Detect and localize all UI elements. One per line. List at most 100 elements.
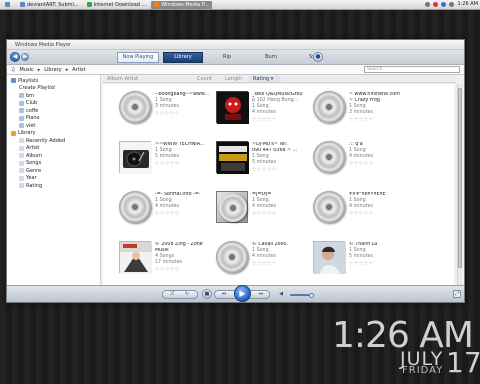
cd-icon	[313, 191, 345, 223]
artist-tile[interactable]: ~ www.hihihehe.com ~ Crazy Frog 1 Song 3…	[303, 86, 413, 130]
scrollbar-thumb[interactable]	[458, 88, 462, 268]
artist-tile[interactable]: ~Dj-Mu's~ Tel: 090 447 0368 ~ ... 1 Song…	[206, 136, 316, 180]
column-length[interactable]: Length	[221, 76, 249, 82]
star-icon	[165, 111, 169, 115]
tray-icon[interactable]	[449, 1, 455, 7]
music-library-icon	[11, 130, 16, 136]
taskbar-start[interactable]	[2, 1, 15, 9]
window-titlebar[interactable]: Windows Media Player	[7, 40, 464, 50]
taskbar-item-idm[interactable]: Internet Download ...	[84, 1, 150, 9]
nav-recently-added[interactable]: Recently Added	[7, 137, 100, 145]
artist-tile[interactable]: ¥×¥°¥é¥Ý¥Ê¥Ê 1 Song 4 minutes	[303, 186, 413, 230]
nav-genre[interactable]: Genre	[7, 167, 100, 175]
play-button[interactable]: ▶	[234, 285, 251, 302]
nav-album[interactable]: Album	[7, 152, 100, 160]
taskbar-item-deviantart[interactable]: deviantART: Submi...	[17, 1, 82, 9]
album-art	[216, 91, 249, 124]
rating-stars[interactable]	[349, 211, 411, 215]
switch-view-icon: ⤢	[454, 290, 459, 297]
artist-tile[interactable]: ~~WWW TECHNIA... 1 Song 5 minutes	[109, 136, 219, 180]
column-rating[interactable]: Rating ▾	[249, 75, 281, 82]
volume-knob[interactable]	[309, 292, 314, 298]
nav-playlist-item[interactable]: bm	[7, 92, 100, 100]
star-icon	[267, 167, 271, 171]
artist-tile[interactable]: --boongbang--~www... 1 Song 3 minutes	[109, 86, 219, 130]
taskbar: deviantART: Submi... Internet Download .…	[0, 0, 480, 10]
star-icon	[262, 117, 266, 121]
nav-songs[interactable]: Songs	[7, 160, 100, 168]
tray-icon[interactable]	[425, 1, 431, 7]
tab-now-playing[interactable]: Now Playing	[117, 51, 159, 63]
artist-tile[interactable]: © Cavali 2oo5. 1 Song 4 minutes	[206, 236, 316, 280]
nav-artist[interactable]: Artist	[7, 145, 100, 153]
nav-playlists-header[interactable]: Playlists	[7, 77, 100, 85]
back-arrow-icon: ◀	[12, 53, 18, 60]
repeat-button[interactable]: ↻	[182, 289, 192, 299]
next-button[interactable]: ⏭	[256, 289, 266, 299]
cd-icon	[119, 191, 151, 223]
star-icon	[170, 211, 174, 215]
nav-rating[interactable]: Rating	[7, 182, 100, 190]
artist-tile[interactable]: =j=Đ§= 1 Song 4 minutes	[206, 186, 316, 230]
chevron-right-icon: ▸	[65, 66, 69, 73]
star-icon	[267, 117, 271, 121]
star-icon	[170, 161, 174, 165]
tab-burn[interactable]: Burn	[251, 52, 291, 63]
artist-tile[interactable]: -=- SonHai.Info -=- 1 Song 4 minutes	[109, 186, 219, 230]
rating-stars[interactable]	[349, 261, 411, 265]
play-icon: ▶	[239, 288, 246, 298]
breadcrumb-library[interactable]: Library	[44, 67, 61, 73]
tab-library[interactable]: Library	[163, 51, 203, 63]
nav-playlist-item[interactable]: Club	[7, 100, 100, 108]
artist-tile[interactable]: ::: q'a 1 Song 4 minutes	[303, 136, 413, 180]
tile-meta: ~ www.hihihehe.com ~ Crazy Frog 1 Song 3…	[349, 92, 411, 121]
star-icon	[364, 161, 368, 165]
stop-button[interactable]: ■	[202, 289, 212, 299]
tray-icon[interactable]	[441, 1, 447, 7]
taskbar-item-wmp[interactable]: Windows Media P...	[151, 0, 212, 9]
breadcrumb-music[interactable]: Music	[19, 67, 33, 73]
forward-button[interactable]: ▶	[21, 53, 29, 61]
dj-cover-art	[217, 142, 249, 174]
artist-tile[interactable]: © 2008 Zing - Zone Musik 4 Songs 17 minu…	[109, 236, 219, 280]
vertical-scrollbar[interactable]	[457, 84, 462, 287]
nav-playlist-item[interactable]: viet	[7, 122, 100, 130]
back-button[interactable]: ◀	[10, 52, 20, 62]
nav-playlist-item[interactable]: Piano	[7, 115, 100, 123]
online-store-button[interactable]: ●	[313, 52, 323, 62]
shuffle-button[interactable]: ⤮	[167, 289, 177, 299]
previous-button[interactable]: ⏮	[219, 289, 229, 299]
rating-stars[interactable]	[349, 117, 411, 121]
star-icon	[349, 261, 353, 265]
star-icon	[267, 211, 271, 215]
tab-rip[interactable]: Rip	[207, 52, 247, 63]
playlist-icon	[11, 78, 16, 84]
nav-library-header[interactable]: Library	[7, 130, 100, 138]
star-icon	[155, 211, 159, 215]
cd-icon	[219, 194, 247, 222]
nav-year[interactable]: Year	[7, 175, 100, 183]
nav-playlist-item[interactable]: coffe	[7, 107, 100, 115]
mute-button[interactable]: ◀	[276, 289, 286, 299]
star-icon	[369, 117, 373, 121]
star-icon	[349, 117, 353, 121]
artist-tile[interactable]: © Thành Lu 1 Song 5 minutes	[303, 236, 413, 280]
star-icon	[160, 211, 164, 215]
browser-icon	[20, 2, 25, 7]
tray-icon[interactable]	[433, 1, 439, 7]
star-icon	[364, 117, 368, 121]
artist-tile[interactable]: _sBoi Q&QMusicGrou p 102 Hang Bong... 1 …	[206, 86, 316, 130]
star-icon	[364, 261, 368, 265]
switch-to-now-playing-button[interactable]: ⤢	[453, 290, 461, 298]
tile-meta: © Thành Lu 1 Song 5 minutes	[349, 242, 411, 265]
search-input[interactable]: Search	[364, 66, 460, 73]
window-title: Windows Media Player	[15, 41, 72, 48]
breadcrumb-artist[interactable]: Artist	[72, 67, 85, 73]
column-count[interactable]: Count	[193, 76, 221, 82]
rating-stars[interactable]	[349, 161, 411, 165]
playlist-icon	[19, 108, 24, 114]
nav-create-playlist[interactable]: Create Playlist	[7, 85, 100, 93]
taskbar-clock[interactable]: 1:26 AM	[457, 1, 478, 7]
volume-slider[interactable]	[290, 292, 314, 298]
column-album-artist[interactable]: Album Artist	[103, 76, 193, 82]
